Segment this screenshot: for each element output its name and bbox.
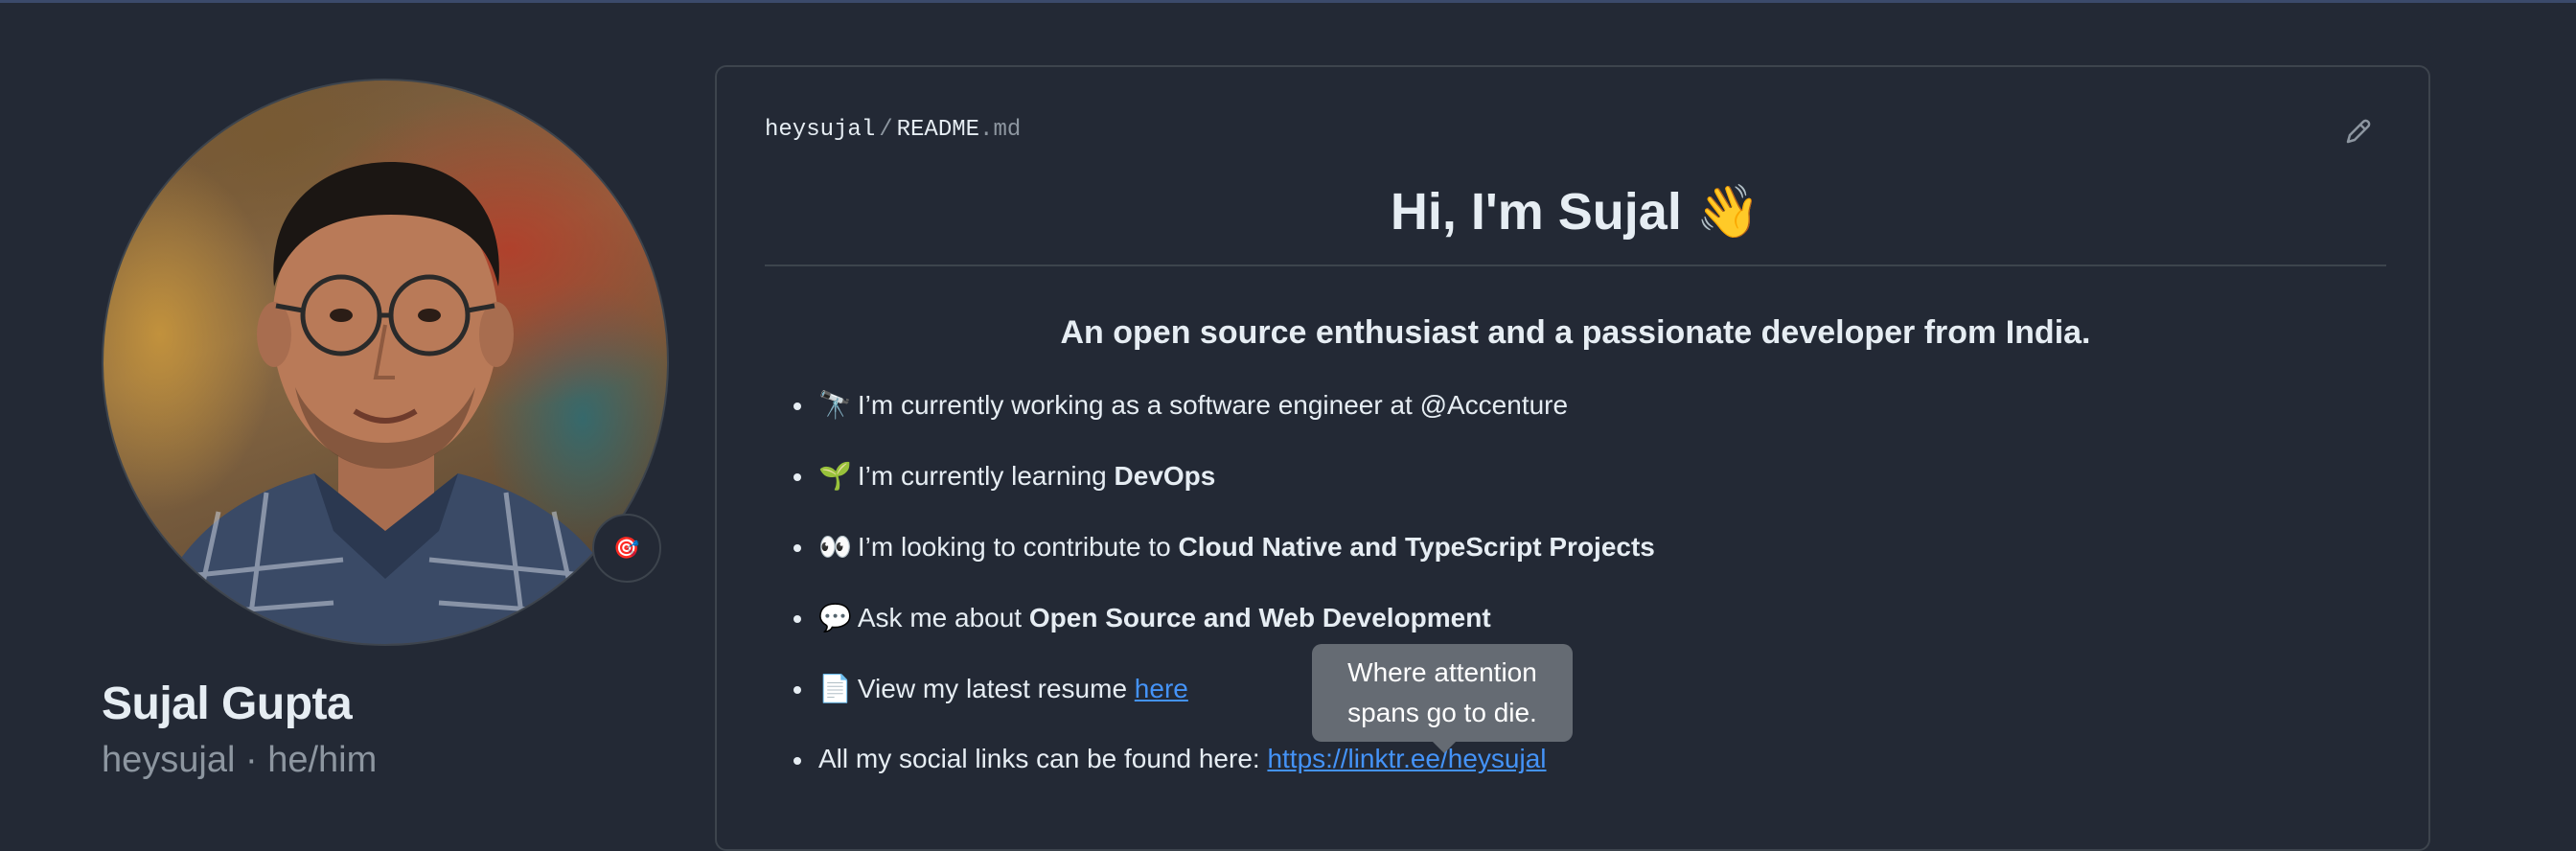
heading-divider [765, 264, 2386, 266]
bullet-text: I’m currently working as a software engi… [857, 390, 1569, 420]
bullet-bold-text: DevOps [1114, 461, 1216, 491]
readme-card: heysujal / README.md Hi, I'm Sujal 👋 An op… [715, 65, 2430, 851]
bullet-text: View my latest resume [857, 674, 1135, 703]
resume-link[interactable]: here [1135, 674, 1188, 703]
target-icon: 🎯 [613, 536, 640, 560]
breadcrumb-extension: .md [979, 117, 1022, 143]
bullet-bold-text: Open Source and Web Development [1028, 603, 1491, 632]
bullet-text: Ask me about [857, 603, 1029, 632]
avatar-portrait [142, 162, 640, 644]
seedling-icon: 🌱 [818, 461, 852, 491]
link-tooltip: Where attention spans go to die. [1312, 644, 1573, 753]
readme-heading: Hi, I'm Sujal 👋 [1390, 183, 1761, 241]
readme-subheading: An open source enthusiast and a passiona… [1060, 314, 2091, 351]
breadcrumb-file: README [896, 117, 980, 143]
avatar[interactable] [102, 79, 669, 646]
bullet-text: I’m looking to contribute to [857, 532, 1179, 562]
bullet-text: I’m currently learning [857, 461, 1115, 491]
top-accent-line [0, 0, 2576, 3]
readme-breadcrumb: heysujal / README.md [765, 117, 1021, 143]
tooltip-line-2: spans go to die. [1347, 698, 1537, 727]
profile-username-pronouns: heysujal · he/him [102, 740, 378, 780]
bullet-bold-text: Cloud Native and TypeScript Projects [1178, 532, 1655, 562]
set-status-button[interactable]: 🎯 [592, 514, 661, 583]
speech-bubble-icon: 💬 [818, 603, 852, 632]
bullet-text: All my social links can be found here: [818, 744, 1268, 773]
avatar-container: 🎯 [102, 79, 669, 646]
tooltip-line-1: Where attention [1347, 657, 1537, 687]
pencil-icon [2346, 119, 2371, 144]
breadcrumb-user[interactable]: heysujal [765, 117, 875, 143]
edit-readme-button[interactable] [2340, 115, 2375, 150]
eyes-icon: 👀 [818, 532, 852, 562]
profile-display-name: Sujal Gupta [102, 678, 353, 729]
breadcrumb-separator: / [879, 117, 893, 143]
telescope-icon: 🔭 [818, 390, 852, 420]
social-links-link[interactable]: https://linktr.ee/heysujal [1267, 744, 1546, 773]
document-icon: 📄 [818, 674, 852, 703]
